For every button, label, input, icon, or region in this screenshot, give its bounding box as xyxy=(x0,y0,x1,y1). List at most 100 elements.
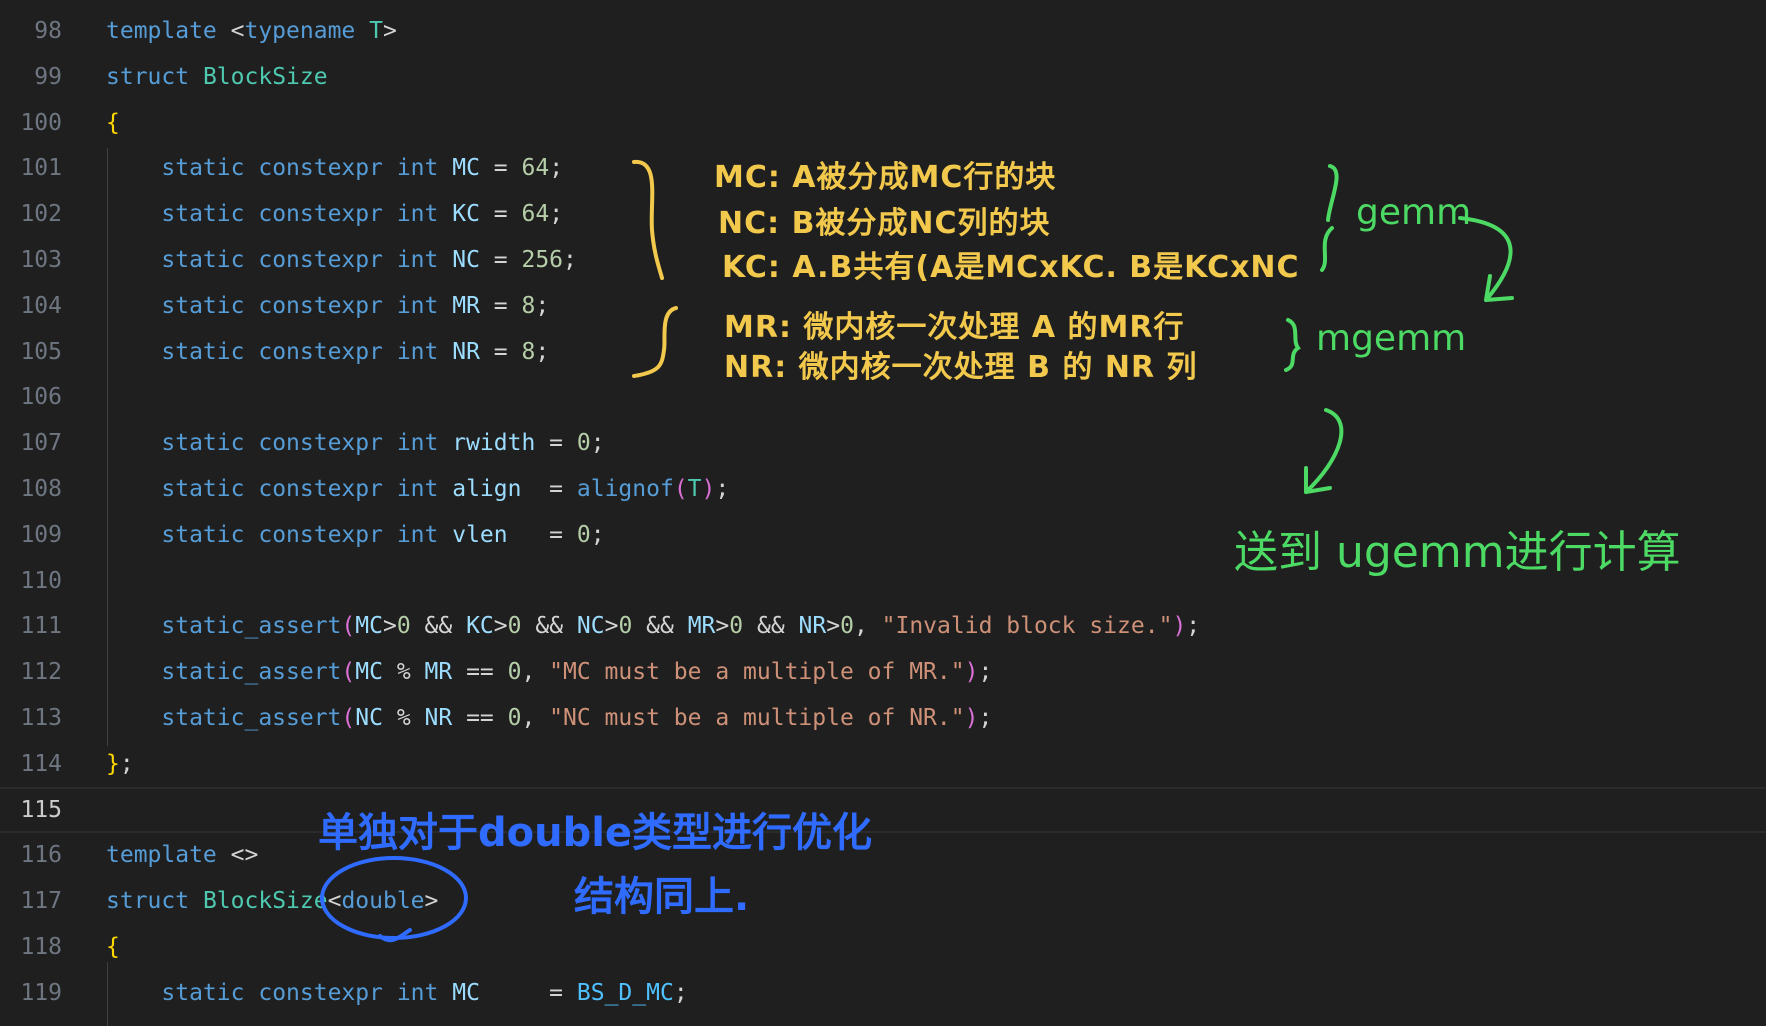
code-text[interactable]: static constexpr int NR = 8; xyxy=(106,339,549,365)
code-token: MC xyxy=(355,613,383,640)
line-number: 111 xyxy=(20,613,62,640)
code-token: constexpr xyxy=(258,247,383,273)
code-line[interactable]: 118 { xyxy=(0,924,1766,970)
code-token: alignof xyxy=(576,476,674,502)
code-token: static_assert xyxy=(161,613,342,640)
code-token: = xyxy=(479,979,577,1006)
code-token: > xyxy=(826,613,841,640)
code-token: ) xyxy=(1172,613,1187,640)
code-token: static xyxy=(161,155,245,182)
line-number: 107 xyxy=(20,430,62,457)
code-token: ; xyxy=(563,247,577,273)
code-line[interactable]: 114}; xyxy=(0,741,1766,787)
code-text[interactable]: static constexpr int align = alignof(T); xyxy=(106,476,729,502)
code-line[interactable]: 99 struct BlockSize xyxy=(0,54,1766,100)
code-token: NC xyxy=(576,613,605,640)
code-token: <> xyxy=(216,842,259,869)
code-text[interactable]: struct BlockSize xyxy=(106,64,328,90)
code-token: KC xyxy=(452,201,480,228)
code-token: rwidth xyxy=(452,430,536,457)
line-number: 113 xyxy=(20,705,62,731)
code-text[interactable]: static_assert(MC % MR == 0, "MC must be … xyxy=(106,659,992,685)
annotation-nr: NR: 微内核一次处理 B 的 NR 列 xyxy=(724,350,1198,385)
code-token: = xyxy=(479,155,522,182)
code-line[interactable]: 115 xyxy=(0,786,1766,833)
code-line[interactable]: 111 static_assert(MC>0 && KC>0 && NC>0 &… xyxy=(0,603,1766,649)
code-token: MC xyxy=(355,659,383,686)
code-token: template xyxy=(106,18,217,44)
annotation-mr: MR: 微内核一次处理 A 的MR行 xyxy=(724,310,1185,345)
code-text[interactable]: template <> xyxy=(106,842,258,868)
line-number: 119 xyxy=(20,979,62,1006)
code-token: typename xyxy=(244,18,356,44)
code-token: 0 xyxy=(618,613,633,640)
code-line[interactable]: 119 static constexpr int MC = BS_D_MC; xyxy=(0,970,1766,1016)
code-token: , xyxy=(521,659,550,686)
code-text[interactable]: static constexpr int MR = 8; xyxy=(106,293,549,319)
code-token: == xyxy=(452,705,508,731)
code-token: static xyxy=(161,476,245,502)
code-token: > xyxy=(715,613,730,640)
line-number: 105 xyxy=(20,338,62,365)
code-editor[interactable]: 98 template <typename T> 99 struct BlockSiz… xyxy=(0,0,1766,1026)
code-token: , xyxy=(853,613,882,640)
code-text[interactable]: static constexpr int NC = 256; xyxy=(106,247,577,273)
code-token: template xyxy=(106,842,217,869)
code-line[interactable]: 112 static_assert(MC % MR == 0, "MC must… xyxy=(0,649,1766,695)
code-token: && xyxy=(521,613,577,640)
code-token: 0 xyxy=(507,613,522,640)
line-number: 118 xyxy=(20,934,62,960)
code-line[interactable]: 113 static_assert(NC % NR == 0, "NC must… xyxy=(0,695,1766,741)
code-token: constexpr xyxy=(258,292,383,319)
code-text[interactable]: static constexpr int MC = 64; xyxy=(106,155,563,181)
code-text[interactable]: static constexpr int vlen = 0; xyxy=(106,522,604,548)
code-text[interactable]: static_assert(NC % NR == 0, "NC must be … xyxy=(106,705,992,731)
code-token: > xyxy=(424,888,439,915)
line-number: 108 xyxy=(20,476,62,502)
code-token: ) xyxy=(701,476,716,502)
code-token: constexpr xyxy=(258,155,383,182)
code-line[interactable]: 100 { xyxy=(0,100,1766,146)
line-number: 100 xyxy=(20,109,62,136)
code-token: && xyxy=(632,613,688,640)
line-number: 103 xyxy=(20,247,62,273)
code-text[interactable]: }; xyxy=(106,751,134,777)
code-token: int xyxy=(396,476,439,502)
code-text[interactable]: static constexpr int rwidth = 0; xyxy=(106,430,604,457)
code-token: int xyxy=(396,155,439,182)
code-token: ; xyxy=(978,705,993,731)
code-token: { xyxy=(106,109,120,136)
code-line[interactable]: 107 static constexpr int rwidth = 0; xyxy=(0,420,1766,466)
code-line[interactable]: 117 struct BlockSize<double> xyxy=(0,878,1766,924)
code-token: > xyxy=(382,613,397,640)
code-token: { xyxy=(106,934,120,960)
annotation-gemm: gemm xyxy=(1356,192,1472,233)
code-text[interactable]: { xyxy=(106,934,120,960)
code-token: MC xyxy=(452,979,480,1006)
code-token: ; xyxy=(119,750,134,777)
code-token: NR xyxy=(452,338,480,365)
code-token: NR xyxy=(424,705,453,731)
code-token: double xyxy=(341,888,425,915)
code-line[interactable]: 98 template <typename T> xyxy=(0,8,1766,54)
code-text[interactable]: struct BlockSize<double> xyxy=(106,888,438,914)
code-text[interactable]: static_assert(MC>0 && KC>0 && NC>0 && MR… xyxy=(106,613,1200,639)
code-line[interactable]: 108 static constexpr int align = alignof… xyxy=(0,466,1766,512)
code-text[interactable]: { xyxy=(106,110,120,136)
code-text[interactable]: static constexpr int MC = BS_D_MC; xyxy=(106,979,687,1006)
code-token: } xyxy=(106,750,120,777)
code-text[interactable]: static constexpr int KC = 64; xyxy=(106,201,563,227)
code-line[interactable]: 116 template <> xyxy=(0,832,1766,878)
code-text[interactable]: template <typename T> xyxy=(106,18,397,44)
code-token: int xyxy=(396,979,439,1006)
